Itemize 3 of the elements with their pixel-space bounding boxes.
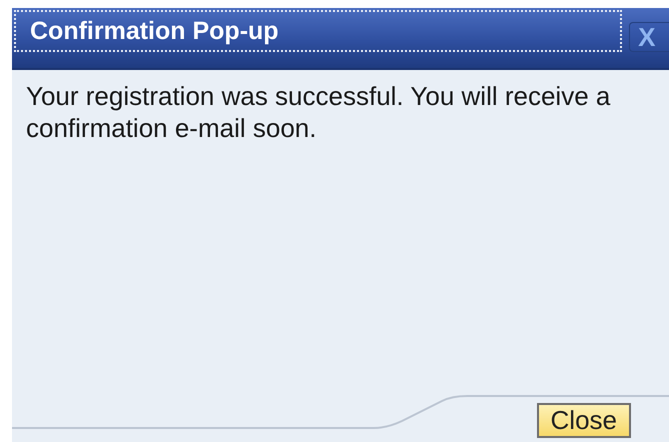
dialog-title: Confirmation Pop-up: [14, 10, 622, 52]
close-button[interactable]: Close: [536, 403, 631, 438]
message-text: Your registration was successful. You will receive a confirmation e-mail soon.: [25, 80, 612, 144]
